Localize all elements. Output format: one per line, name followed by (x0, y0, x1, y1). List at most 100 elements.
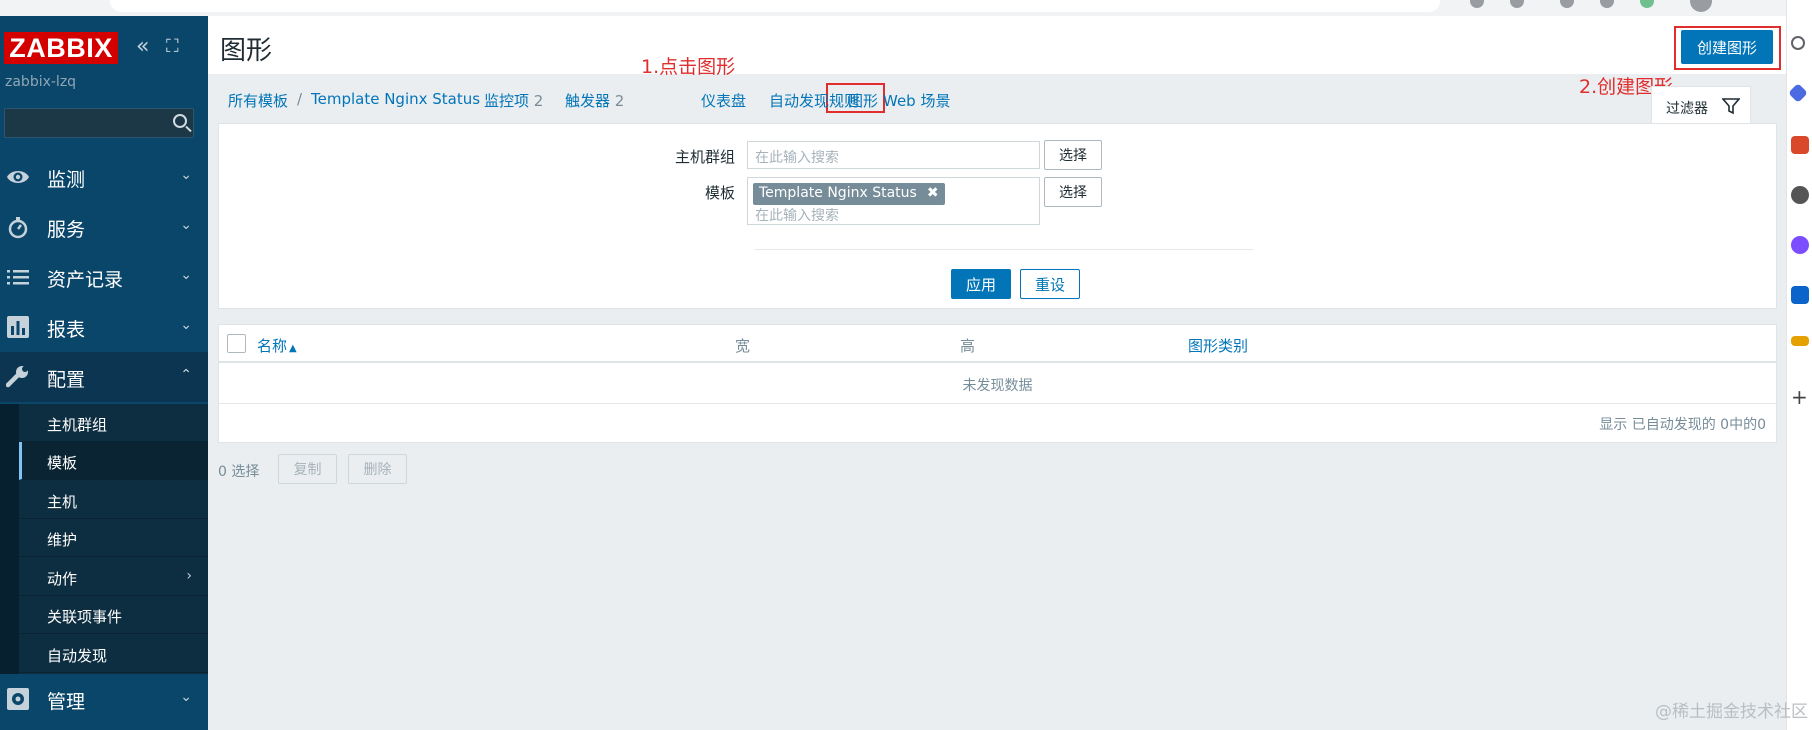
tab-triggers-label: 触发器 (565, 92, 611, 110)
menu-inventory[interactable]: 资产记录 ⌄ (0, 252, 208, 302)
remove-chip-icon[interactable]: ✖ (927, 185, 939, 201)
outlook-icon[interactable] (1791, 286, 1809, 304)
template-chip-label: Template Nginx Status (759, 185, 917, 201)
menu-configuration[interactable]: 配置 ⌃ (0, 352, 208, 402)
host-group-input[interactable]: 在此输入搜索 (747, 141, 1040, 169)
tab-discovery-rules[interactable]: 自动发现规则 (769, 90, 859, 111)
submenu-discovery[interactable]: 自动发现 (19, 635, 208, 673)
chevron-down-icon: ⌄ (180, 217, 192, 233)
mass-action-bar: 0 选择 复制 删除 (218, 453, 618, 485)
submenu-label: 关联项事件 (47, 608, 123, 626)
no-data-message: 未发现数据 (962, 378, 1033, 394)
table-row: 未发现数据 (219, 365, 1776, 404)
menu-monitoring[interactable]: 监测 ⌄ (0, 152, 208, 202)
search-icon[interactable] (173, 114, 187, 128)
chevron-down-icon: ⌄ (180, 267, 192, 283)
menu-reports[interactable]: 报表 ⌄ (0, 302, 208, 352)
column-name[interactable]: 名称 ▲ (257, 335, 297, 356)
submenu-actions[interactable]: 动作 › (19, 558, 208, 596)
submenu-label: 模板 (47, 454, 78, 472)
tab-web-scenarios[interactable]: Web 场景 (883, 90, 950, 111)
tab-triggers[interactable]: 触发器 2 (565, 90, 624, 111)
submenu-host-groups[interactable]: 主机群组 (19, 404, 208, 442)
selected-count: 0 选择 (218, 464, 260, 480)
chevron-up-icon: ⌃ (180, 367, 192, 383)
reset-button[interactable]: 重设 (1020, 269, 1080, 299)
profile-avatar[interactable] (1690, 0, 1712, 12)
template-multiselect[interactable]: Template Nginx Status ✖ 在此输入搜索 (747, 177, 1040, 225)
menu-label: 配置 (47, 369, 86, 391)
host-group-placeholder: 在此输入搜索 (755, 150, 839, 166)
filter-tab[interactable]: 过滤器 (1651, 86, 1751, 124)
extension-icon[interactable] (1560, 0, 1574, 8)
paging-info: 显示 已自动发现的 0中的0 (1599, 417, 1766, 433)
menu-label: 管理 (47, 691, 86, 713)
menu-label: 服务 (47, 219, 86, 241)
tab-dashboards[interactable]: 仪表盘 (701, 90, 746, 111)
add-icon[interactable]: + (1791, 387, 1809, 407)
tab-triggers-count: 2 (614, 92, 625, 110)
chevron-down-icon: ⌄ (180, 317, 192, 333)
template-chip: Template Nginx Status ✖ (753, 183, 945, 205)
browser-toolbar (0, 0, 1812, 16)
chevron-down-icon: ⌄ (180, 167, 192, 183)
column-graph-type[interactable]: 图形类别 (1188, 335, 1248, 356)
table-header: 名称 ▲ 宽 高 图形类别 (219, 325, 1776, 363)
bar-chart-icon (7, 316, 29, 338)
games-icon[interactable] (1791, 336, 1809, 346)
filter-icon (1722, 98, 1740, 115)
tab-items-count: 2 (533, 92, 544, 110)
kiosk-mode-icon[interactable]: ⛶ (166, 36, 179, 58)
page-header: 图形 创建图形 (208, 16, 1786, 74)
submenu-label: 动作 (47, 570, 78, 588)
chevron-down-icon: ⌄ (180, 689, 192, 705)
submenu-maintenance[interactable]: 维护 (19, 519, 208, 557)
browser-address-bar[interactable] (110, 0, 1440, 12)
delete-button[interactable]: 删除 (348, 454, 407, 484)
host-group-label: 主机群组 (674, 148, 735, 166)
list-icon (7, 270, 29, 285)
search-icon[interactable] (1791, 36, 1805, 50)
divider (755, 249, 1253, 250)
select-all-checkbox[interactable] (227, 334, 246, 353)
filter-panel: 主机群组 在此输入搜索 选择 模板 Template Nginx Status ✖… (218, 123, 1777, 309)
apply-button[interactable]: 应用 (951, 269, 1011, 299)
extension-icon[interactable] (1470, 0, 1484, 8)
eye-icon (7, 171, 29, 183)
extension-icon[interactable] (1640, 0, 1654, 8)
copy-button[interactable]: 复制 (278, 454, 337, 484)
menu-label: 报表 (47, 319, 86, 341)
shopping-icon[interactable] (1791, 136, 1809, 154)
configuration-submenu: 主机群组 模板 主机 维护 动作 › 关联项事件 自动发现 (0, 404, 208, 674)
extension-icon[interactable] (1510, 0, 1524, 8)
menu-administration[interactable]: 管理 ⌄ (0, 674, 208, 724)
sort-asc-icon: ▲ (289, 343, 297, 354)
person-icon[interactable] (1791, 186, 1809, 204)
template-label: 模板 (704, 184, 735, 202)
submenu-event-correlation[interactable]: 关联项事件 (19, 596, 208, 634)
page-title: 图形 (220, 36, 273, 66)
office-icon[interactable] (1791, 236, 1809, 254)
host-group-select-button[interactable]: 选择 (1044, 140, 1102, 170)
chevron-right-icon: › (186, 568, 192, 584)
sidebar-search-input[interactable] (4, 108, 194, 138)
tab-items[interactable]: 监控项 2 (484, 90, 543, 111)
submenu-label: 自动发现 (47, 647, 108, 665)
breadcrumb-all-templates[interactable]: 所有模板 (228, 90, 288, 111)
tab-items-label: 监控项 (484, 92, 530, 110)
menu-services[interactable]: 服务 ⌄ (0, 202, 208, 252)
zabbix-logo[interactable]: ZABBIX (4, 32, 118, 64)
annotation-highlight-box (1674, 26, 1781, 70)
breadcrumb-template[interactable]: Template Nginx Status (311, 90, 480, 108)
template-select-button[interactable]: 选择 (1044, 177, 1102, 207)
breadcrumb: 所有模板 / Template Nginx Status 监控项 2 触发器 2… (208, 76, 1786, 118)
submenu-hosts[interactable]: 主机 (19, 481, 208, 519)
extension-icon[interactable] (1600, 0, 1614, 8)
submenu-templates[interactable]: 模板 (19, 442, 208, 480)
collapse-sidebar-icon[interactable]: « (136, 36, 149, 58)
submenu-label: 主机群组 (47, 416, 108, 434)
watermark: @稀土掘金技术社区 (1655, 702, 1808, 722)
filter-tab-label: 过滤器 (1666, 101, 1708, 117)
copilot-icon[interactable] (1788, 83, 1808, 103)
server-name: zabbix-lzq (5, 74, 77, 90)
